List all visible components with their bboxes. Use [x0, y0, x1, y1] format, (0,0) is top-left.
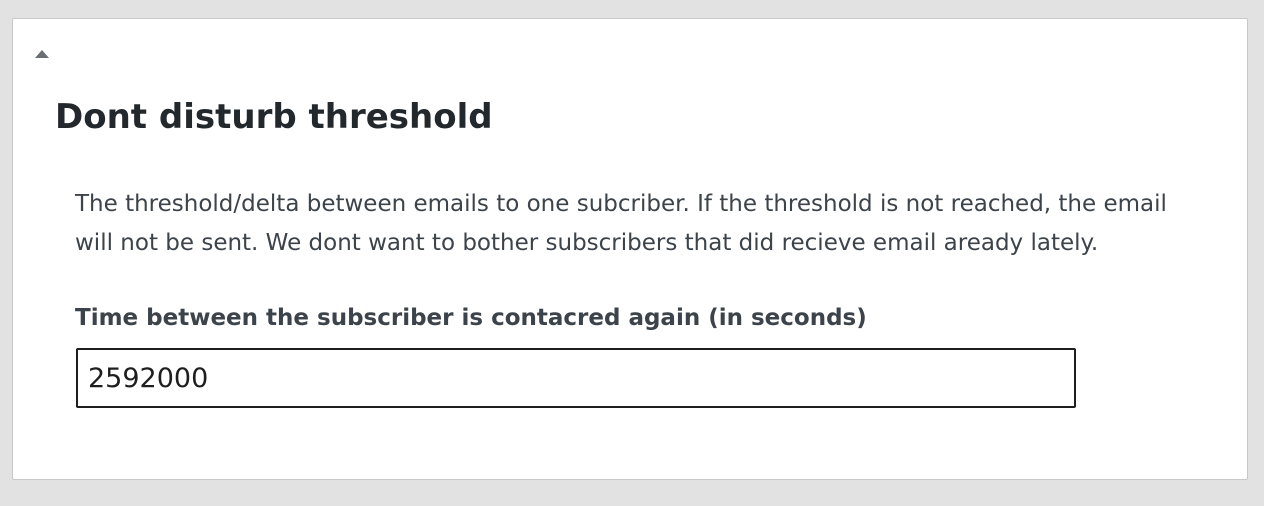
- threshold-field-label: Time between the subscriber is contacred…: [75, 305, 867, 331]
- collapse-toggle-button[interactable]: [33, 45, 51, 63]
- threshold-seconds-input[interactable]: [76, 348, 1076, 408]
- settings-panel: Dont disturb threshold The threshold/del…: [12, 18, 1248, 480]
- panel-description: The threshold/delta between emails to on…: [75, 191, 1167, 256]
- panel-title: Dont disturb threshold: [55, 97, 493, 137]
- triangle-up-icon: [35, 50, 49, 58]
